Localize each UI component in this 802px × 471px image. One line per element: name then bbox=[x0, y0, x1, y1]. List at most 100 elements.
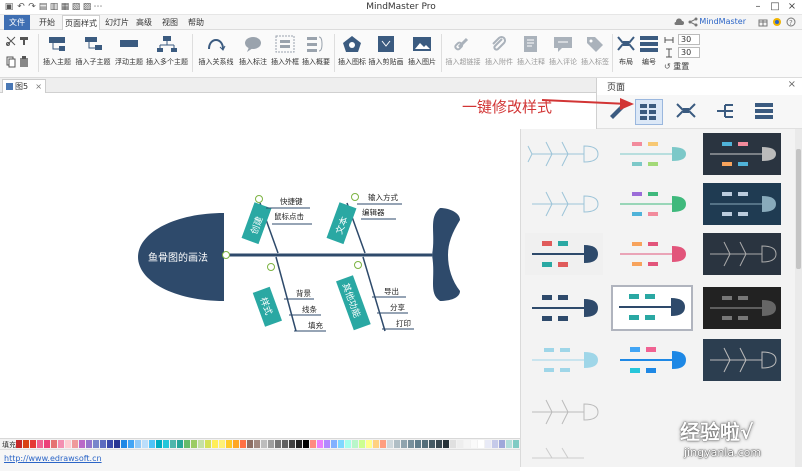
reset-button[interactable]: ↺ 重置 bbox=[664, 61, 689, 73]
share-icon[interactable] bbox=[688, 17, 698, 27]
tab-file[interactable]: 文件 bbox=[4, 15, 30, 30]
theme-thumbnail[interactable] bbox=[525, 339, 603, 381]
branch-label-box-3[interactable]: 样式 bbox=[252, 286, 282, 327]
insert-clipart-button[interactable]: 插入剪贴画 bbox=[367, 30, 405, 76]
theme-thumbnail[interactable] bbox=[525, 233, 603, 275]
cloud-icon[interactable] bbox=[674, 17, 684, 27]
color-swatch[interactable] bbox=[513, 440, 519, 448]
tab-view[interactable]: 视图 bbox=[160, 15, 180, 30]
insert-subtopic-button[interactable]: 插入子主题 bbox=[73, 30, 113, 76]
color-swatch[interactable] bbox=[317, 440, 323, 448]
theme-thumbnail[interactable] bbox=[525, 443, 603, 467]
theme-color-icon[interactable] bbox=[772, 17, 782, 27]
insert-multiple-topics-button[interactable]: 插入多个主题 bbox=[145, 30, 189, 76]
insert-note-button[interactable]: 插入注释 bbox=[515, 30, 547, 76]
color-swatch[interactable] bbox=[128, 440, 134, 448]
color-swatch[interactable] bbox=[44, 440, 50, 448]
color-swatch[interactable] bbox=[51, 440, 57, 448]
color-swatch[interactable] bbox=[485, 440, 491, 448]
insert-tag-button[interactable]: 插入标签 bbox=[579, 30, 611, 76]
theme-thumbnail[interactable] bbox=[613, 183, 691, 225]
color-swatch[interactable] bbox=[408, 440, 414, 448]
color-swatch[interactable] bbox=[212, 440, 218, 448]
branch-collapse-icon-4[interactable] bbox=[354, 261, 362, 269]
theme-thumbnail-selected[interactable] bbox=[611, 285, 693, 331]
close-window-button[interactable]: × bbox=[784, 1, 800, 14]
tab-home[interactable]: 开始 bbox=[34, 15, 60, 30]
insert-image-button[interactable]: 插入图片 bbox=[405, 30, 439, 76]
branch-label-box-2[interactable]: 文本 bbox=[326, 202, 357, 245]
color-swatch[interactable] bbox=[184, 440, 190, 448]
insert-attachment-button[interactable]: 插入附件 bbox=[483, 30, 515, 76]
color-swatch[interactable] bbox=[387, 440, 393, 448]
insert-icon-button[interactable]: 插入图标 bbox=[337, 30, 367, 76]
color-swatch[interactable] bbox=[296, 440, 302, 448]
color-swatch[interactable] bbox=[79, 440, 85, 448]
color-swatch[interactable] bbox=[219, 440, 225, 448]
color-swatch[interactable] bbox=[324, 440, 330, 448]
cut-icon[interactable] bbox=[6, 36, 16, 46]
theme-thumbnail[interactable] bbox=[525, 391, 603, 433]
color-swatch[interactable] bbox=[205, 440, 211, 448]
tab-page-style[interactable]: 页面样式 bbox=[62, 15, 100, 30]
mindmap-canvas[interactable]: 鱼骨图的画法 创建 快捷键 鼠标点击 文本 输入方式 编辑器 样式 背景 线条 … bbox=[0, 93, 520, 438]
insert-comment-button[interactable]: 插入评论 bbox=[547, 30, 579, 76]
color-swatch[interactable] bbox=[394, 440, 400, 448]
insert-boundary-button[interactable]: 插入外框 bbox=[270, 30, 300, 76]
color-swatch[interactable] bbox=[156, 440, 162, 448]
insert-hyperlink-button[interactable]: 插入超链接 bbox=[443, 30, 483, 76]
color-swatch[interactable] bbox=[72, 440, 78, 448]
leaf-label[interactable]: 填充 bbox=[308, 320, 323, 330]
color-swatch[interactable] bbox=[114, 440, 120, 448]
color-swatch[interactable] bbox=[149, 440, 155, 448]
theme-thumbnail[interactable] bbox=[525, 183, 603, 225]
color-swatch[interactable] bbox=[471, 440, 477, 448]
color-swatch[interactable] bbox=[121, 440, 127, 448]
color-swatch[interactable] bbox=[163, 440, 169, 448]
leaf-label[interactable]: 编辑器 bbox=[362, 207, 385, 217]
layout-tool[interactable] bbox=[673, 99, 701, 125]
account-brand[interactable]: MindMaster bbox=[699, 17, 746, 26]
format-painter-icon[interactable] bbox=[19, 36, 29, 46]
numbering-button[interactable]: 编号 bbox=[638, 30, 660, 76]
color-swatch[interactable] bbox=[450, 440, 456, 448]
theme-thumbnail[interactable] bbox=[703, 287, 781, 329]
color-swatch[interactable] bbox=[366, 440, 372, 448]
spine-collapse-icon[interactable] bbox=[222, 251, 230, 259]
leaf-label[interactable]: 快捷键 bbox=[280, 196, 303, 206]
color-swatch[interactable] bbox=[303, 440, 309, 448]
color-swatch[interactable] bbox=[23, 440, 29, 448]
gift-icon[interactable] bbox=[758, 17, 768, 27]
vertical-spacing-input[interactable]: 30 bbox=[678, 47, 700, 58]
color-swatch[interactable] bbox=[170, 440, 176, 448]
color-swatch[interactable] bbox=[142, 440, 148, 448]
color-swatch[interactable] bbox=[310, 440, 316, 448]
color-swatch[interactable] bbox=[478, 440, 484, 448]
website-link[interactable]: http://www.edrawsoft.cn bbox=[4, 454, 102, 463]
help-icon[interactable]: ? bbox=[786, 17, 796, 27]
leaf-label[interactable]: 鼠标点击 bbox=[274, 211, 304, 221]
color-swatch[interactable] bbox=[261, 440, 267, 448]
color-swatch[interactable] bbox=[331, 440, 337, 448]
color-swatch[interactable] bbox=[499, 440, 505, 448]
color-swatch[interactable] bbox=[100, 440, 106, 448]
tab-help[interactable]: 帮助 bbox=[186, 15, 206, 30]
minimize-button[interactable]: – bbox=[750, 1, 766, 14]
color-swatch[interactable] bbox=[65, 440, 71, 448]
color-swatch[interactable] bbox=[373, 440, 379, 448]
leaf-label[interactable]: 分享 bbox=[390, 302, 405, 312]
floating-topic-button[interactable]: 浮动主题 bbox=[113, 30, 145, 76]
color-swatch[interactable] bbox=[268, 440, 274, 448]
color-swatch[interactable] bbox=[254, 440, 260, 448]
color-swatch[interactable] bbox=[233, 440, 239, 448]
theme-thumbnail[interactable] bbox=[703, 233, 781, 275]
close-tab-icon[interactable]: × bbox=[35, 80, 42, 93]
color-swatch[interactable] bbox=[415, 440, 421, 448]
leaf-label[interactable]: 打印 bbox=[396, 318, 411, 328]
document-tab[interactable]: 图5 × bbox=[2, 79, 46, 93]
branch-label-box-4[interactable]: 其他功能 bbox=[336, 275, 371, 331]
theme-thumbnail[interactable] bbox=[613, 339, 691, 381]
leaf-label[interactable]: 导出 bbox=[384, 286, 399, 296]
insert-summary-button[interactable]: 插入概要 bbox=[300, 30, 332, 76]
tab-advanced[interactable]: 高级 bbox=[134, 15, 154, 30]
